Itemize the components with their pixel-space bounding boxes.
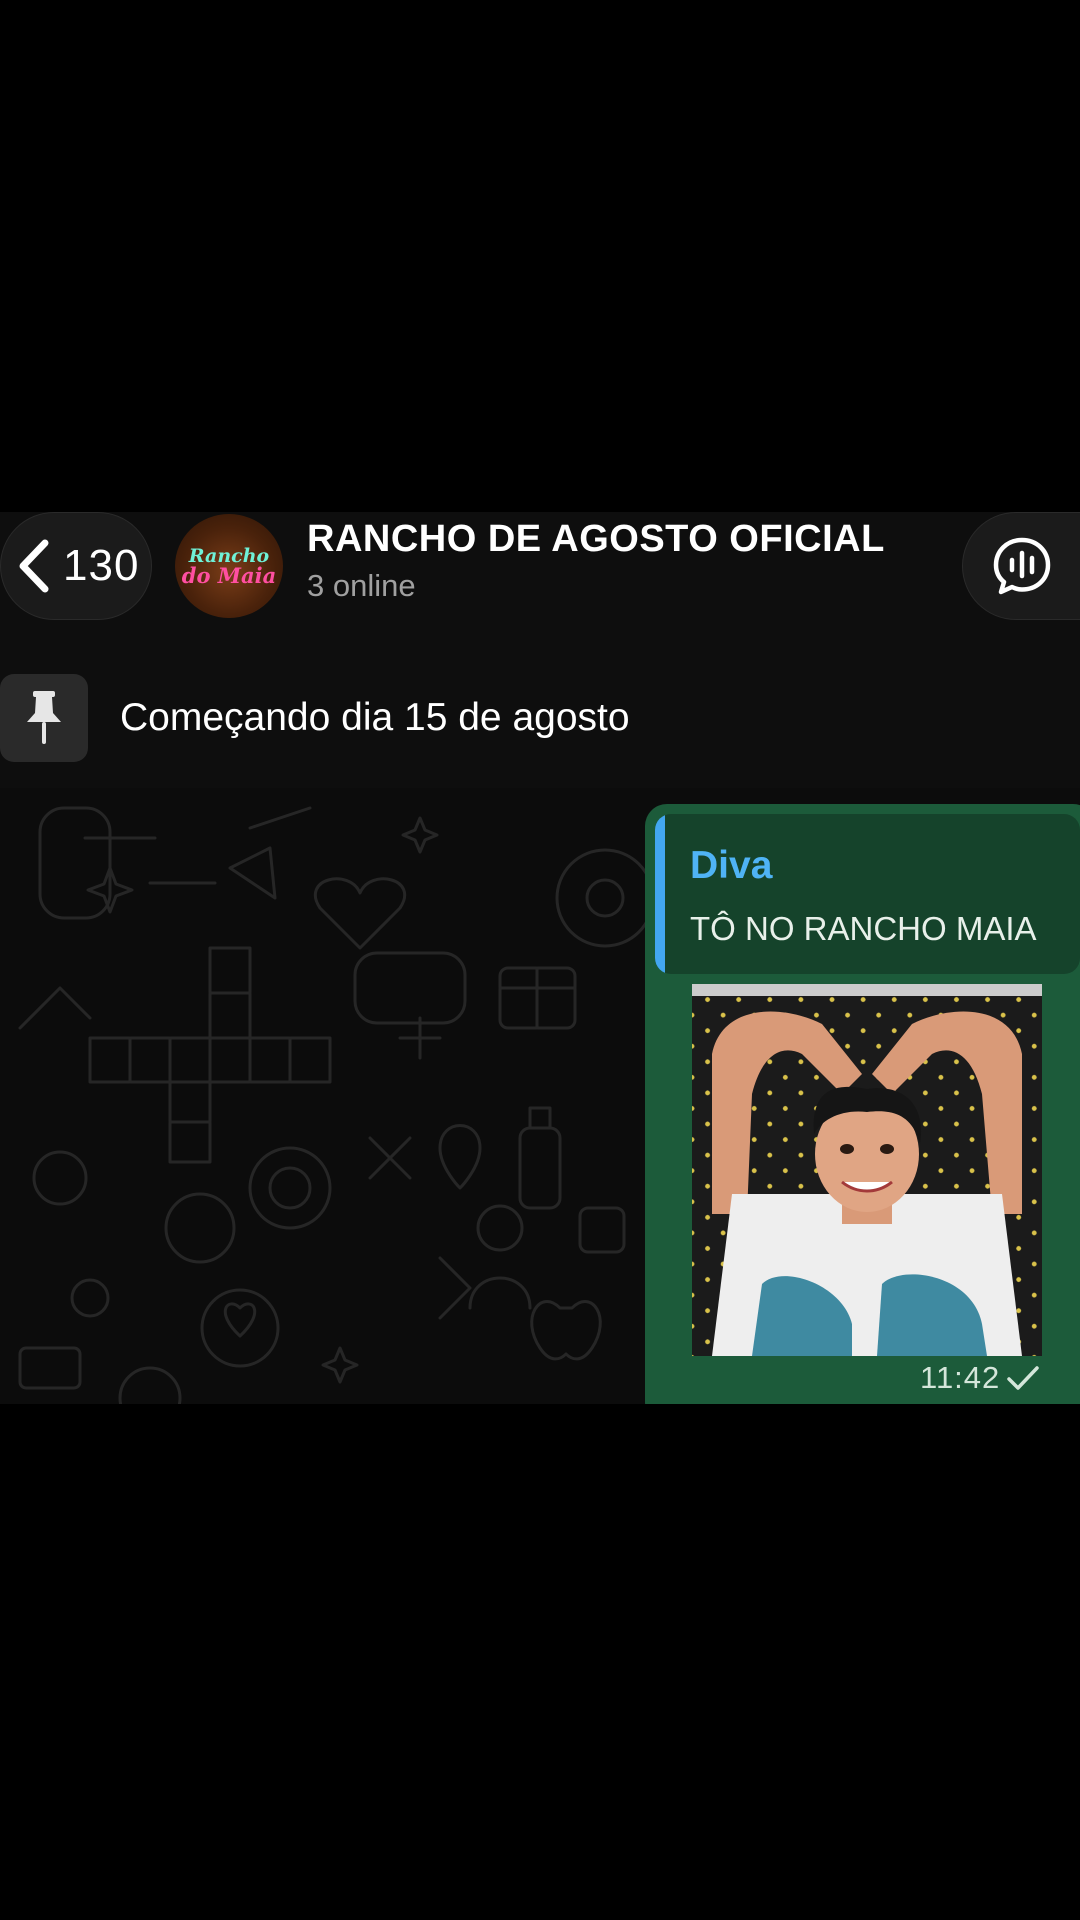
message-meta: 11:42 bbox=[920, 1360, 1040, 1396]
chevron-left-icon bbox=[19, 539, 49, 593]
check-icon bbox=[1007, 1366, 1040, 1390]
chat-header: 130 Rancho do Maia RANCHO DE AGOSTO OFIC… bbox=[0, 512, 1080, 652]
photo-image bbox=[692, 984, 1042, 1356]
reply-text: TÔ NO RANCHO MAIA bbox=[690, 910, 1037, 947]
back-button[interactable]: 130 bbox=[0, 512, 152, 620]
reply-quote[interactable]: Diva TÔ NO RANCHO MAIA bbox=[655, 814, 1080, 974]
group-avatar[interactable]: Rancho do Maia bbox=[175, 514, 283, 618]
unread-count: 130 bbox=[63, 541, 140, 590]
message-photo[interactable] bbox=[692, 984, 1042, 1356]
reply-accent-bar bbox=[655, 814, 665, 974]
voice-chat-button[interactable] bbox=[962, 512, 1080, 620]
chat-area: Diva TÔ NO RANCHO MAIA 11:42 bbox=[0, 788, 1080, 1404]
reply-author: Diva bbox=[690, 844, 773, 887]
screen: 130 Rancho do Maia RANCHO DE AGOSTO OFIC… bbox=[0, 0, 1080, 1920]
pinned-message-text: Começando dia 15 de agosto bbox=[120, 696, 630, 739]
pin-icon-box bbox=[0, 674, 88, 762]
avatar-logo: Rancho do Maia bbox=[181, 545, 277, 588]
chat-title[interactable]: RANCHO DE AGOSTO OFICIAL bbox=[307, 518, 885, 561]
pin-icon bbox=[27, 691, 61, 744]
message-bubble[interactable]: Diva TÔ NO RANCHO MAIA 11:42 bbox=[645, 804, 1080, 1404]
message-time: 11:42 bbox=[920, 1360, 1001, 1395]
pinned-message-bar[interactable]: Começando dia 15 de agosto bbox=[0, 652, 1080, 788]
chat-status: 3 online bbox=[307, 568, 416, 603]
voice-chat-icon bbox=[993, 537, 1050, 595]
